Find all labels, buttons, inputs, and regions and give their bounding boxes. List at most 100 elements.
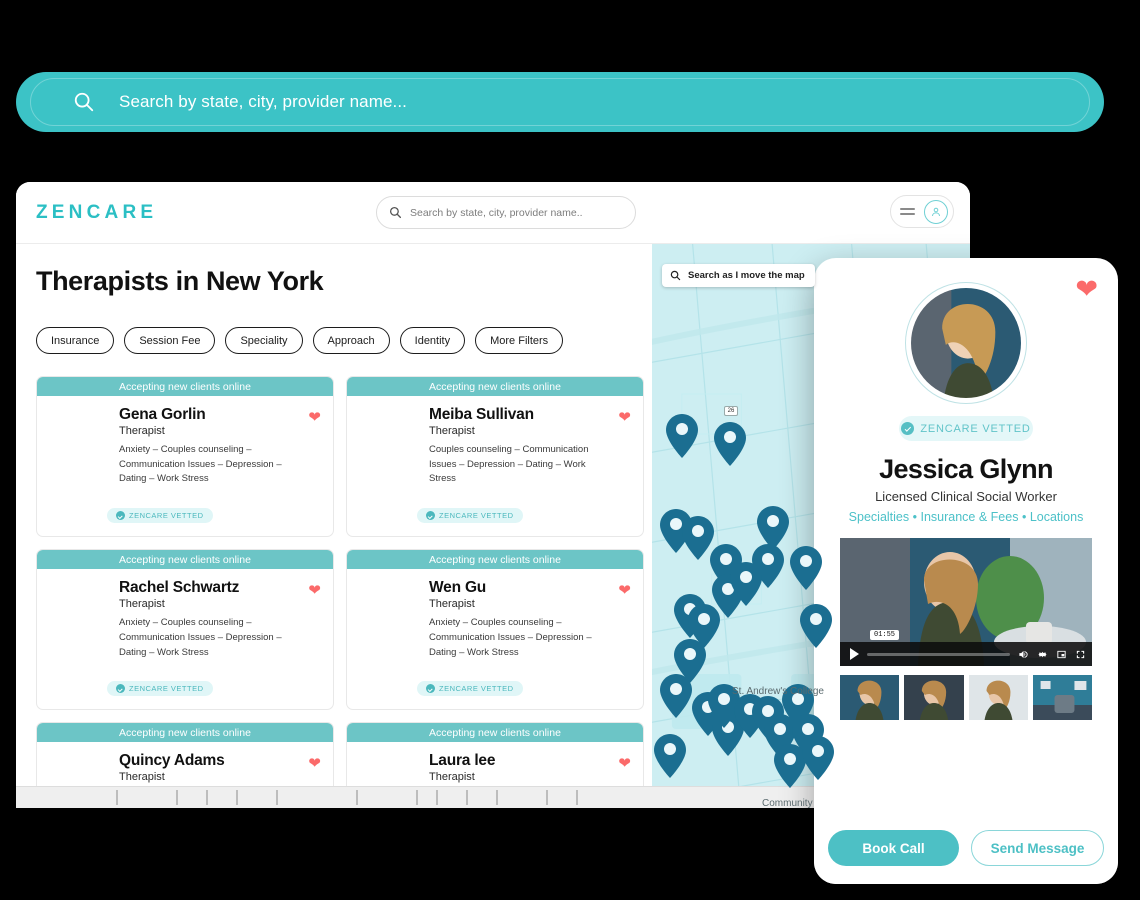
edge-tick — [496, 790, 498, 805]
video-thumbnail[interactable] — [904, 675, 964, 720]
provider-credential: Licensed Clinical Social Worker — [875, 489, 1057, 504]
zencare-vetted-label: ZENCARE VETTED — [439, 511, 514, 521]
favorite-heart-icon[interactable]: ❤ — [308, 581, 321, 599]
filter-insurance[interactable]: Insurance — [36, 327, 115, 354]
provider-specialties: Anxiety – Couples counseling – Communica… — [429, 617, 592, 658]
map-pin[interactable] — [660, 674, 692, 723]
favorite-heart-icon[interactable]: ❤ — [618, 408, 631, 426]
provider-role: Therapist — [119, 425, 165, 437]
filter-speciality[interactable]: Speciality — [225, 327, 303, 354]
card-status-banner: Accepting new clients online — [37, 377, 333, 396]
card-status-banner: Accepting new clients online — [347, 723, 643, 743]
header-search-input[interactable]: Search by state, city, provider name.. — [376, 196, 636, 229]
provider-role: Therapist — [429, 425, 475, 437]
filter-more-filters[interactable]: More Filters — [475, 327, 564, 354]
picture-in-picture-icon[interactable] — [1056, 649, 1067, 660]
screenshot-root: Search by state, city, provider name... … — [0, 0, 1140, 900]
zencare-logo[interactable]: ZENCARE — [36, 202, 157, 224]
search-as-i-move-label: Search as I move the map — [688, 270, 805, 281]
filter-identity[interactable]: Identity — [399, 327, 466, 354]
results-pane: Therapists in New York Insurance Session… — [16, 244, 652, 808]
check-badge-icon — [116, 684, 125, 694]
video-progress-bar[interactable] — [867, 652, 1010, 656]
provider-name: Jessica Glynn — [879, 454, 1053, 484]
map-pin[interactable] — [730, 562, 762, 611]
video-thumbnail[interactable] — [1032, 675, 1092, 720]
check-badge-icon — [426, 511, 435, 521]
zencare-vetted-label: ZENCARE VETTED — [129, 511, 204, 521]
video-thumbnail[interactable] — [968, 675, 1028, 720]
card-status-banner: Accepting new clients online — [37, 550, 333, 570]
media-thumbnail-strip[interactable] — [840, 675, 1092, 720]
provider-photo — [359, 583, 415, 639]
map-pin[interactable] — [802, 736, 834, 785]
search-as-i-move-button[interactable]: Search as I move the map — [662, 264, 815, 287]
video-controls[interactable] — [840, 642, 1092, 666]
edge-tick — [576, 790, 578, 805]
map-pin[interactable] — [666, 414, 698, 463]
send-message-button[interactable]: Send Message — [971, 830, 1104, 866]
provider-photo — [49, 583, 105, 639]
user-icon[interactable] — [924, 199, 948, 224]
intro-video-player[interactable]: 01:55 — [840, 538, 1092, 666]
provider-specialties: Anxiety – Couples counseling – Communica… — [119, 444, 282, 485]
card-status-banner: Accepting new clients online — [37, 723, 333, 743]
video-thumbnail[interactable] — [840, 675, 900, 720]
zencare-vetted-label: ZENCARE VETTED — [439, 684, 514, 694]
edge-tick — [416, 790, 418, 805]
map-pin[interactable] — [714, 422, 746, 471]
account-menu-button[interactable] — [890, 195, 954, 228]
provider-name: Gena Gorlin — [119, 406, 206, 423]
link-separator-2: • — [1021, 510, 1027, 524]
provider-name: Rachel Schwartz — [119, 579, 240, 597]
provider-profile-panel: ❤ ZENCARE VETTED Jessica Glynn Licensed … — [814, 258, 1118, 884]
link-specialties[interactable]: Specialties — [849, 510, 909, 524]
provider-name: Meiba Sullivan — [429, 406, 534, 423]
provider-photo — [359, 410, 415, 466]
favorite-heart-icon[interactable]: ❤ — [618, 754, 631, 772]
play-icon[interactable] — [850, 648, 859, 660]
provider-photo — [49, 410, 105, 466]
filter-session-fee[interactable]: Session Fee — [124, 327, 216, 354]
filter-approach[interactable]: Approach — [312, 327, 390, 354]
volume-icon[interactable] — [1018, 649, 1029, 660]
map-pin[interactable] — [654, 734, 686, 783]
site-header: ZENCARE Search by state, city, provider … — [16, 182, 970, 244]
map-label-community: Community — [762, 798, 813, 808]
filter-bar: Insurance Session Fee Speciality Approac… — [36, 327, 652, 354]
edge-tick — [276, 790, 278, 805]
hamburger-icon[interactable] — [900, 205, 915, 218]
check-badge-icon — [116, 511, 125, 521]
provider-card[interactable]: Accepting new clients online Wen Gu Therap… — [346, 549, 644, 711]
edge-tick — [116, 790, 118, 805]
hero-search-bar[interactable]: Search by state, city, provider name... — [16, 72, 1104, 132]
map-pin[interactable] — [800, 604, 832, 653]
favorite-heart-icon[interactable]: ❤ — [308, 408, 321, 426]
link-insurance-fees[interactable]: Insurance & Fees — [920, 510, 1018, 524]
zencare-vetted-badge: ZENCARE VETTED — [107, 508, 213, 524]
provider-card[interactable]: Accepting new clients online Rachel Schwa… — [36, 549, 334, 711]
edge-tick — [236, 790, 238, 805]
edge-tick — [436, 790, 438, 805]
gear-icon[interactable] — [1037, 649, 1048, 660]
favorite-heart-icon[interactable]: ❤ — [308, 754, 321, 772]
provider-card[interactable]: Accepting new clients online Gena Gorlin T… — [36, 376, 334, 538]
hero-search-inner[interactable]: Search by state, city, provider name... — [30, 78, 1090, 126]
provider-name: Wen Gu — [429, 579, 487, 597]
zencare-vetted-badge: ZENCARE VETTED — [417, 681, 523, 697]
check-badge-icon — [901, 422, 915, 435]
favorite-heart-icon[interactable]: ❤ — [1075, 274, 1098, 305]
map-label-st-andrews: St. Andrew's College — [732, 686, 824, 697]
favorite-heart-icon[interactable]: ❤ — [618, 581, 631, 599]
provider-name: Laura lee — [429, 752, 496, 770]
provider-name: Quincy Adams — [119, 752, 225, 770]
fullscreen-icon[interactable] — [1075, 649, 1086, 660]
provider-card[interactable]: Accepting new clients online Meiba Sulliv… — [346, 376, 644, 538]
map-pin[interactable] — [790, 546, 822, 595]
book-call-button[interactable]: Book Call — [828, 830, 959, 866]
provider-role: Therapist — [119, 598, 165, 611]
provider-role: Therapist — [119, 771, 165, 784]
link-locations[interactable]: Locations — [1030, 510, 1084, 524]
zencare-vetted-badge: ZENCARE VETTED — [417, 508, 523, 524]
avatar — [905, 282, 1027, 404]
